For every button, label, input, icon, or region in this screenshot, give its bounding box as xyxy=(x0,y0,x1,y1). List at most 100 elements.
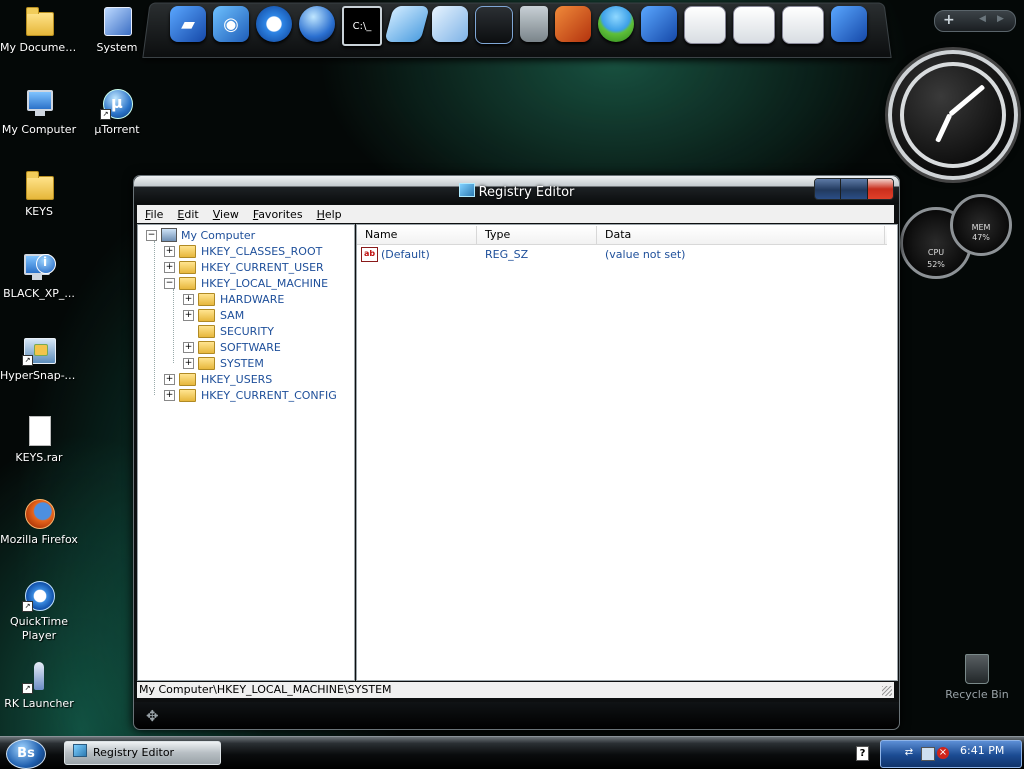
folder-icon xyxy=(198,356,215,370)
desktop-icon-my-computer[interactable]: My Computer xyxy=(0,86,78,137)
tree-item-hkey-users[interactable]: + HKEY_USERS xyxy=(164,371,272,387)
clock-time[interactable]: 6:41 PM xyxy=(960,744,1004,757)
utorrent-icon: µ ↗ xyxy=(100,86,134,120)
tree-item-sam[interactable]: + SAM xyxy=(183,307,244,323)
menu-edit[interactable]: Edit xyxy=(169,208,204,221)
expand-icon[interactable]: + xyxy=(164,261,175,273)
collapse-icon[interactable]: − xyxy=(146,229,157,241)
dock: ▰ ◉ C:\_ xyxy=(170,6,867,46)
windows-icon[interactable] xyxy=(733,6,775,44)
desktop-icon-black-xp[interactable]: i BLACK_XP_... xyxy=(0,250,78,301)
sidebar-controls: + ◀ ▶ xyxy=(934,10,1016,32)
windows-icon[interactable] xyxy=(782,6,824,44)
tree-item-hardware[interactable]: + HARDWARE xyxy=(183,291,284,307)
desktop-icon-my-documents[interactable]: My Documents xyxy=(0,4,78,55)
security-shield-icon[interactable]: × xyxy=(937,747,949,759)
balloon-icon[interactable] xyxy=(598,6,634,42)
folder-icon[interactable]: ▰ xyxy=(170,6,206,42)
drive-icon[interactable] xyxy=(475,6,513,44)
folder-icon[interactable] xyxy=(641,6,677,42)
tree-item-system[interactable]: + SYSTEM xyxy=(183,355,264,371)
move-icon[interactable]: ✥ xyxy=(146,707,159,725)
registry-editor-icon xyxy=(458,183,475,197)
trash-icon[interactable] xyxy=(520,6,548,42)
maximize-button[interactable] xyxy=(841,179,868,199)
add-gadget-button[interactable]: + xyxy=(943,12,955,28)
display-icon[interactable] xyxy=(921,747,935,761)
tree-item-hkey-current-config[interactable]: + HKEY_CURRENT_CONFIG xyxy=(164,387,350,403)
column-header-type[interactable]: Type xyxy=(477,226,597,244)
quicktime-icon[interactable] xyxy=(256,6,292,42)
menu-help[interactable]: Help xyxy=(309,208,348,221)
column-header-name[interactable]: Name xyxy=(357,226,477,244)
registry-tree[interactable]: − My Computer + HKEY_CLASSES_ROOT + HKEY… xyxy=(137,224,355,681)
string-value-icon: ab xyxy=(361,246,378,262)
command-prompt-icon[interactable]: C:\_ xyxy=(342,6,382,46)
desktop-icon-keys-rar[interactable]: KEYS.rar xyxy=(0,414,78,465)
values-list[interactable]: Name Type Data ab (Default) REG_SZ (valu… xyxy=(356,224,898,681)
folder-icon xyxy=(179,372,196,386)
tree-item-hkey-current-user[interactable]: + HKEY_CURRENT_USER xyxy=(164,259,324,275)
window-footer: ✥ xyxy=(134,702,899,729)
status-bar: My Computer\HKEY_LOCAL_MACHINE\SYSTEM xyxy=(137,682,894,698)
desktop-icon-rk-launcher[interactable]: ↗ RK Launcher xyxy=(0,660,78,711)
next-arrow-icon[interactable]: ▶ xyxy=(997,14,1004,24)
help-icon[interactable]: ? xyxy=(856,746,869,761)
desktop-icon-firefox[interactable]: Mozilla Firefox xyxy=(0,496,78,547)
expand-icon[interactable]: + xyxy=(183,309,194,321)
expand-icon[interactable]: + xyxy=(164,373,175,385)
globe-icon[interactable] xyxy=(299,6,335,42)
firefox-icon[interactable] xyxy=(555,6,591,42)
info-icon: i xyxy=(22,250,56,284)
taskbar-button-registry-editor[interactable]: Registry Editor xyxy=(64,741,221,765)
media-player-icon[interactable]: ◉ xyxy=(213,6,249,42)
taskbar: Bs Registry Editor ? ⇄ × 6:41 PM xyxy=(0,736,1024,769)
tree-item-software[interactable]: + SOFTWARE xyxy=(183,339,281,355)
menu-favorites[interactable]: Favorites xyxy=(245,208,309,221)
folder-icon xyxy=(198,308,215,322)
camera-icon: ↗ xyxy=(22,332,56,366)
expand-icon[interactable]: + xyxy=(164,389,175,401)
tree-item-security[interactable]: SECURITY xyxy=(183,323,274,339)
network-icon[interactable] xyxy=(432,6,468,42)
tree-item-hkey-local-machine[interactable]: − HKEY_LOCAL_MACHINE xyxy=(164,275,328,291)
windows-icon[interactable] xyxy=(684,6,726,44)
network-icon[interactable]: ⇄ xyxy=(903,747,915,759)
resize-grip[interactable] xyxy=(882,686,892,696)
rocket-icon: ↗ xyxy=(22,660,56,694)
title-bar[interactable]: Registry Editor xyxy=(134,176,899,204)
close-button[interactable] xyxy=(867,179,893,199)
minimize-button[interactable] xyxy=(815,179,842,199)
recycle-bin-icon xyxy=(965,654,989,684)
tree-item-my-computer[interactable]: − My Computer xyxy=(146,227,255,243)
menu-bar: File Edit View Favorites Help xyxy=(137,205,894,223)
tree-item-hkey-classes-root[interactable]: + HKEY_CLASSES_ROOT xyxy=(164,243,322,259)
memory-meter-gauge[interactable]: MEM 47% xyxy=(950,194,1012,256)
folder-icon xyxy=(179,276,196,290)
column-header-data[interactable]: Data xyxy=(597,226,885,244)
expand-icon[interactable]: + xyxy=(183,341,194,353)
expand-icon[interactable]: + xyxy=(183,293,194,305)
folder-icon xyxy=(179,260,196,274)
previous-arrow-icon[interactable]: ◀ xyxy=(979,14,986,24)
folder-icon[interactable] xyxy=(831,6,867,42)
menu-view[interactable]: View xyxy=(205,208,245,221)
desktop-icon-quicktime[interactable]: ↗ QuickTime Player xyxy=(0,578,78,643)
table-row[interactable]: ab (Default) REG_SZ (value not set) xyxy=(361,246,685,262)
menu-file[interactable]: File xyxy=(137,208,169,221)
folder-icon xyxy=(198,324,215,338)
folder-icon xyxy=(198,340,215,354)
desktop-icon-recycle-bin[interactable]: Recycle Bin xyxy=(940,654,1014,701)
notepad-icon[interactable] xyxy=(384,6,430,42)
collapse-icon[interactable]: − xyxy=(164,277,175,289)
desktop-icon-utorrent[interactable]: µ ↗ µTorrent xyxy=(78,86,156,137)
expand-icon[interactable]: + xyxy=(164,245,175,257)
desktop-icon-hypersnap[interactable]: ↗ HyperSnap-v... xyxy=(0,332,78,383)
computer-icon xyxy=(161,228,177,242)
clock-gadget[interactable] xyxy=(888,50,1018,180)
start-button[interactable]: Bs xyxy=(6,739,46,769)
desktop-icon-keys-folder[interactable]: KEYS xyxy=(0,168,78,219)
quicktime-icon: ↗ xyxy=(22,578,56,612)
expand-icon[interactable]: + xyxy=(183,357,194,369)
computer-icon xyxy=(22,86,56,120)
